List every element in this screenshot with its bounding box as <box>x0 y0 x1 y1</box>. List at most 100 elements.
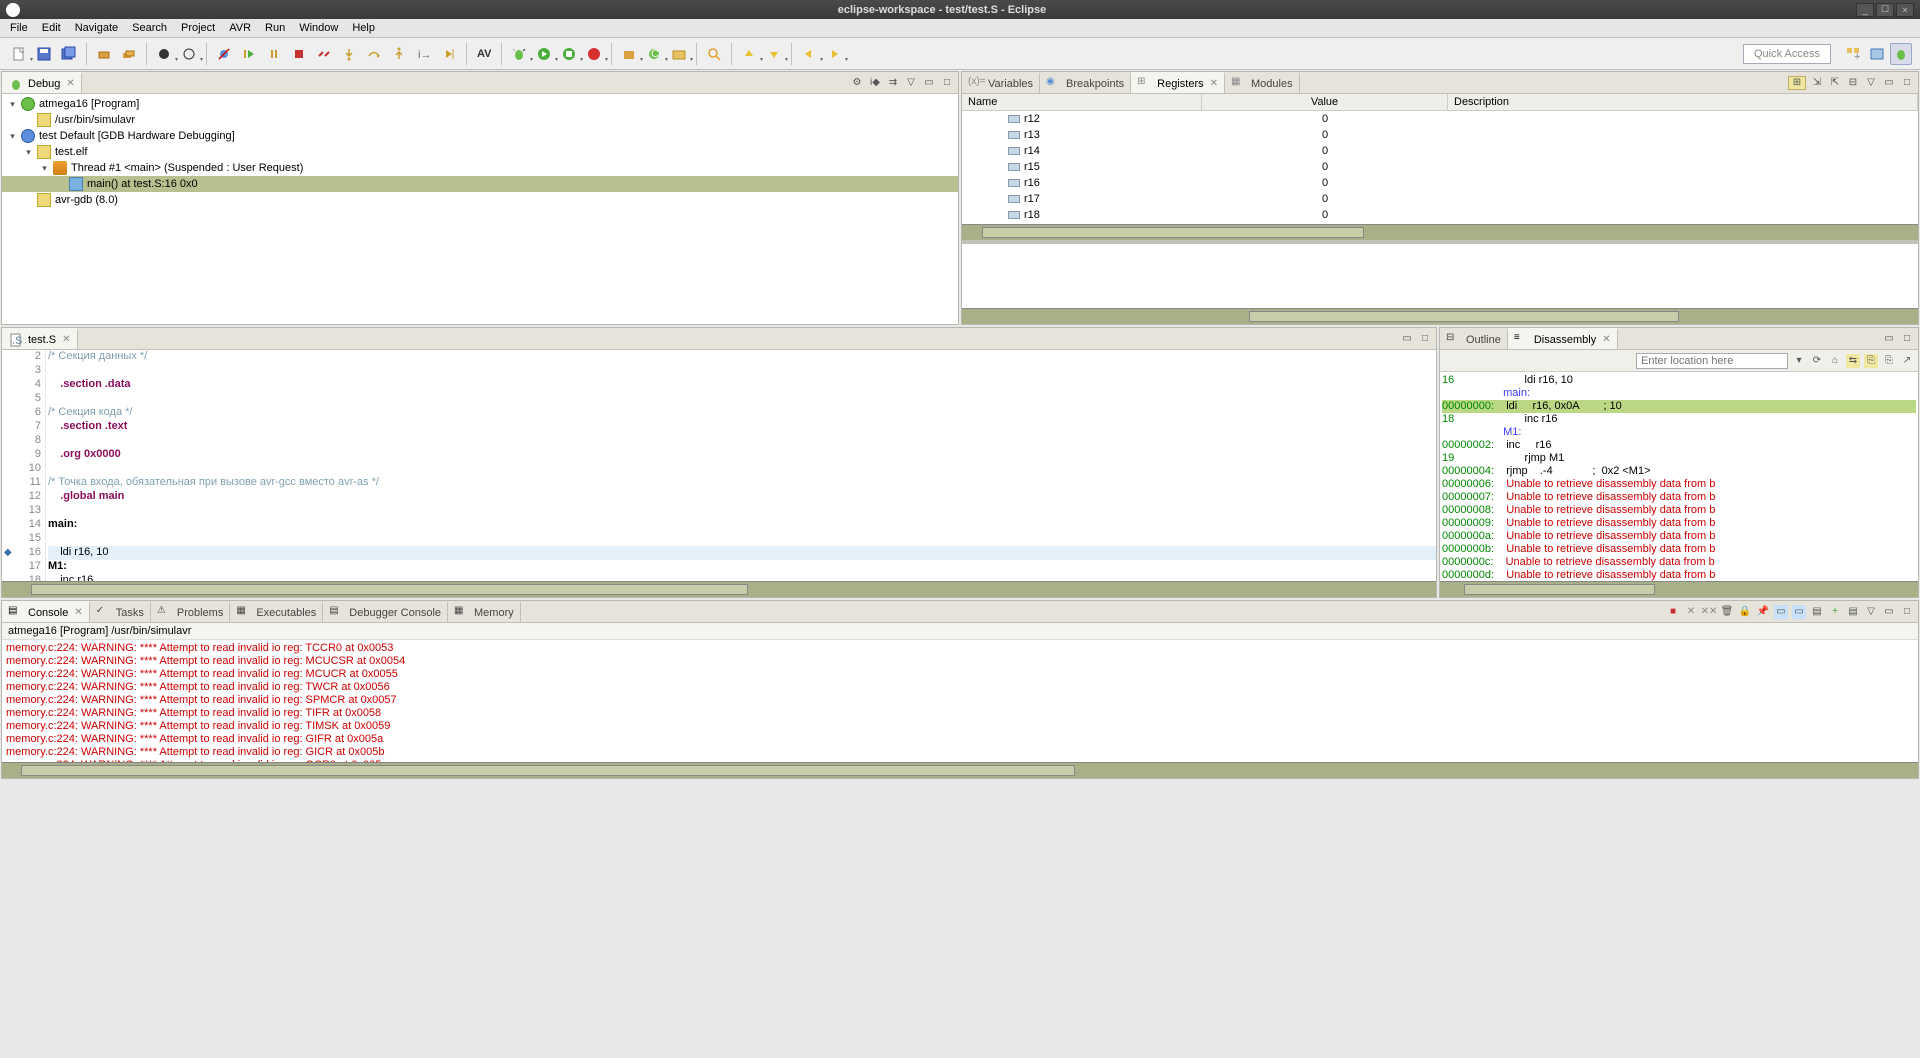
marker[interactable] <box>2 448 16 462</box>
console-pin-icon[interactable]: 📌 <box>1756 605 1770 619</box>
ext-tools-button[interactable]: ▾ <box>583 43 605 65</box>
editor-area[interactable]: 23456789101112131415161718192021 /* Секц… <box>2 350 1436 581</box>
debug-perspective-button[interactable] <box>1890 43 1912 65</box>
console-terminate-icon[interactable]: ■ <box>1666 605 1680 619</box>
tab-disassembly[interactable]: ≡Disassembly✕ <box>1508 328 1618 349</box>
code-line[interactable]: M1: <box>48 560 1436 574</box>
minimize-icon[interactable]: ▭ <box>1882 76 1896 90</box>
disasm-line[interactable]: 16 ldi r16, 10 <box>1442 374 1916 387</box>
tab-outline[interactable]: ⊟Outline <box>1440 328 1508 349</box>
marker[interactable] <box>2 378 16 392</box>
twistie-icon[interactable]: ▾ <box>8 131 17 142</box>
menu-run[interactable]: Run <box>259 20 291 36</box>
disasm-line[interactable]: 00000002: inc r16 <box>1442 439 1916 452</box>
view-menu-icon[interactable]: ▽ <box>1864 605 1878 619</box>
terminate-button[interactable] <box>288 43 310 65</box>
console-output[interactable]: memory.c:224: WARNING: **** Attempt to r… <box>2 640 1918 762</box>
debug-toolbar-arrow-icon[interactable]: ⇉ <box>886 76 900 90</box>
tab-problems[interactable]: ⚠Problems <box>151 601 230 622</box>
console-scroll-icon[interactable]: 🔒 <box>1738 605 1752 619</box>
maximize-icon[interactable]: □ <box>1900 76 1914 90</box>
close-icon[interactable]: ✕ <box>74 607 82 618</box>
tab-breakpoints[interactable]: ◉Breakpoints <box>1040 72 1131 93</box>
new-button[interactable]: ▾ <box>8 43 30 65</box>
run-button[interactable]: ▾ <box>533 43 555 65</box>
console-clear-icon[interactable]: 🗑 <box>1720 605 1734 619</box>
marker[interactable] <box>2 434 16 448</box>
console-new-icon[interactable]: + <box>1828 605 1842 619</box>
new-pkg-button[interactable]: ▾ <box>618 43 640 65</box>
copy-icon[interactable]: ⎘ <box>1882 354 1896 368</box>
marker[interactable] <box>2 476 16 490</box>
link-icon[interactable]: ⇆ <box>1846 354 1860 368</box>
console-open-icon[interactable]: ▤ <box>1810 605 1824 619</box>
maximize-button[interactable]: ☐ <box>1876 3 1894 17</box>
reg-import-icon[interactable]: ⇲ <box>1810 76 1824 90</box>
maximize-icon[interactable]: □ <box>1900 332 1914 346</box>
marker[interactable] <box>2 462 16 476</box>
marker[interactable] <box>2 406 16 420</box>
code-line[interactable]: .section .data <box>48 378 1436 392</box>
new-class-button[interactable]: C▾ <box>643 43 665 65</box>
save-all-button[interactable] <box>58 43 80 65</box>
disasm-line[interactable]: 19 rjmp M1 <box>1442 452 1916 465</box>
twistie-icon[interactable]: ▾ <box>8 99 17 110</box>
code-line[interactable]: .org 0x0000 <box>48 448 1436 462</box>
sync-icon[interactable]: ⎘ <box>1864 354 1878 368</box>
tab-registers[interactable]: ⊞Registers✕ <box>1131 72 1225 93</box>
code-line[interactable]: /* Точка входа, обязательная при вызове … <box>48 476 1436 490</box>
code-line[interactable] <box>48 364 1436 378</box>
disasm-line[interactable]: 00000008: Unable to retrieve disassembly… <box>1442 504 1916 517</box>
minimize-icon[interactable]: ▭ <box>922 76 936 90</box>
reg-col-desc[interactable]: Description <box>1448 94 1918 110</box>
minimize-icon[interactable]: ▭ <box>1882 332 1896 346</box>
instr-step-button[interactable]: i→ <box>413 43 435 65</box>
tab-modules[interactable]: ▦Modules <box>1225 72 1300 93</box>
menu-edit[interactable]: Edit <box>36 20 67 36</box>
skip-bp-button[interactable] <box>213 43 235 65</box>
toggle2-button[interactable]: ▾ <box>178 43 200 65</box>
tree-row[interactable]: avr-gdb (8.0) <box>2 192 958 208</box>
marker[interactable] <box>2 350 16 364</box>
next-annot-button[interactable]: ▾ <box>763 43 785 65</box>
step-return-button[interactable] <box>388 43 410 65</box>
register-row[interactable]: r180 <box>962 207 1918 223</box>
goto-icon[interactable]: ↗ <box>1900 354 1914 368</box>
code-line[interactable] <box>48 434 1436 448</box>
maximize-icon[interactable]: □ <box>1900 605 1914 619</box>
code-line[interactable]: /* Секция кода */ <box>48 406 1436 420</box>
step-over-button[interactable] <box>363 43 385 65</box>
disasm-line[interactable]: main: <box>1442 387 1916 400</box>
close-icon[interactable]: ✕ <box>1602 334 1610 345</box>
detail-hscrollbar[interactable] <box>962 308 1918 324</box>
code-line[interactable]: ldi r16, 10 <box>48 546 1436 560</box>
debug-button[interactable]: ▾ <box>508 43 530 65</box>
disasm-hscrollbar[interactable] <box>1440 581 1918 597</box>
resume-button[interactable] <box>238 43 260 65</box>
reg-tool-icon[interactable]: ⊞ <box>1788 76 1806 90</box>
console-display-icon[interactable]: ▭ <box>1774 605 1788 619</box>
debug-view-tab[interactable]: Debug ✕ <box>2 72 82 93</box>
open-perspective-button[interactable]: + <box>1842 43 1864 65</box>
tree-row[interactable]: ▾test.elf <box>2 144 958 160</box>
disasm-line[interactable]: M1: <box>1442 426 1916 439</box>
back-button[interactable]: ▾ <box>798 43 820 65</box>
close-window-button[interactable]: × <box>1896 3 1914 17</box>
debug-toolbar-icon2[interactable]: i◆ <box>868 76 882 90</box>
minimize-icon[interactable]: ▭ <box>1882 605 1896 619</box>
tree-row[interactable]: main() at test.S:16 0x0 <box>2 176 958 192</box>
reg-col-name[interactable]: Name <box>962 94 1202 110</box>
fwd-button[interactable]: ▾ <box>823 43 845 65</box>
console-select-icon[interactable]: ▭ <box>1792 605 1806 619</box>
code-line[interactable] <box>48 392 1436 406</box>
quick-access-input[interactable]: Quick Access <box>1743 44 1831 64</box>
maximize-icon[interactable]: □ <box>940 76 954 90</box>
build-all-button[interactable] <box>118 43 140 65</box>
disasm-line[interactable]: 00000007: Unable to retrieve disassembly… <box>1442 491 1916 504</box>
code-line[interactable]: .global main <box>48 490 1436 504</box>
view-menu-icon[interactable]: ▽ <box>904 76 918 90</box>
marker[interactable] <box>2 420 16 434</box>
menu-window[interactable]: Window <box>293 20 344 36</box>
refresh-icon[interactable]: ⟳ <box>1810 354 1824 368</box>
marker[interactable] <box>2 518 16 532</box>
